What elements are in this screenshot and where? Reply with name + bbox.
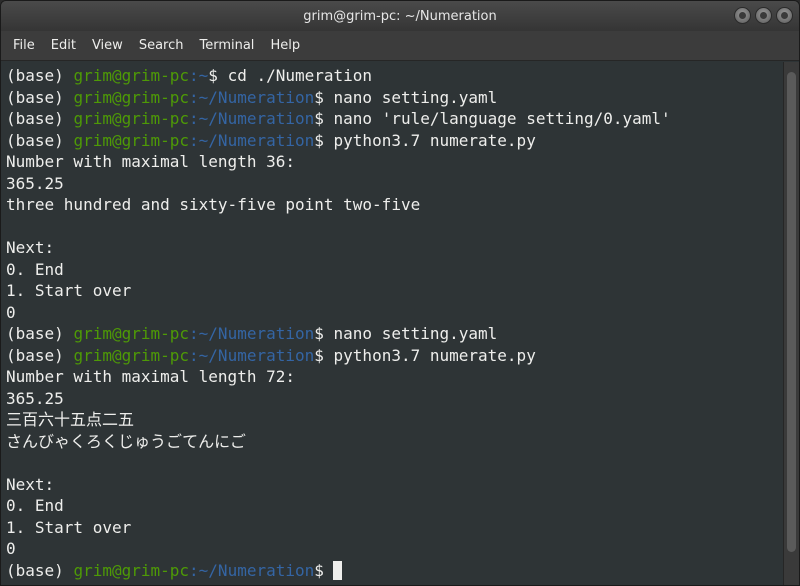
prompt-path: :~/Numeration bbox=[189, 324, 315, 343]
menu-terminal[interactable]: Terminal bbox=[191, 34, 262, 57]
prompt-user: grim@grim-pc bbox=[73, 109, 190, 128]
prompt-path: :~/Numeration bbox=[189, 109, 315, 128]
output-line: 1. Start over bbox=[6, 281, 132, 300]
output-line: 365.25 bbox=[6, 173, 64, 193]
prompt-user: grim@grim-pc bbox=[73, 130, 190, 150]
output-line: 0. End bbox=[6, 496, 64, 515]
prompt-env: (base) bbox=[6, 87, 74, 107]
output-line: Next: bbox=[6, 474, 55, 494]
close-button[interactable] bbox=[776, 7, 793, 24]
prompt-line: (base) grim@grim-pc:~/Numeration$ nano '… bbox=[6, 108, 785, 130]
prompt-cmd: $ nano setting.yaml bbox=[314, 87, 498, 107]
prompt-env: (base) bbox=[6, 130, 74, 150]
scrollbar-thumb[interactable] bbox=[787, 72, 796, 552]
prompt-cmd: $ nano setting.yaml bbox=[314, 324, 498, 343]
window-title: grim@grim-pc: ~/Numeration bbox=[303, 8, 497, 24]
output-line: さんびゃくろくじゅうごてんにご bbox=[6, 431, 246, 451]
title-bar[interactable]: grim@grim-pc: ~/Numeration bbox=[1, 1, 799, 31]
prompt-cmd: $ cd ./Numeration bbox=[208, 66, 373, 85]
prompt-path: :~/Numeration bbox=[189, 345, 315, 365]
prompt-env: (base) bbox=[6, 66, 74, 85]
terminal-output[interactable]: (base) grim@grim-pc:~$ cd ./Numeration (b… bbox=[1, 62, 785, 585]
prompt-line: (base) grim@grim-pc:~/Numeration$ python… bbox=[6, 345, 785, 367]
prompt-cmd: $ nano 'rule/language setting/0.yaml' bbox=[314, 109, 671, 128]
prompt-user: grim@grim-pc bbox=[73, 87, 190, 107]
prompt-path: :~ bbox=[189, 66, 209, 85]
prompt-env: (base) bbox=[6, 560, 74, 580]
scrollbar[interactable] bbox=[783, 62, 799, 585]
menu-bar: File Edit View Search Terminal Help bbox=[1, 31, 799, 61]
prompt-cmd: $ bbox=[314, 560, 324, 580]
minimize-button[interactable] bbox=[734, 7, 751, 24]
menu-help[interactable]: Help bbox=[262, 34, 308, 57]
prompt-user: grim@grim-pc bbox=[73, 324, 190, 343]
prompt-line: (base) grim@grim-pc:~/Numeration$ python… bbox=[6, 130, 785, 152]
output-line: Number with maximal length 72: bbox=[6, 367, 295, 386]
output-line: 0 bbox=[6, 302, 16, 322]
output-line: 365.25 bbox=[6, 388, 64, 408]
window-controls bbox=[734, 7, 793, 24]
prompt-path: :~/Numeration bbox=[189, 130, 315, 150]
output-line: 0. End bbox=[6, 259, 64, 279]
menu-file[interactable]: File bbox=[5, 34, 43, 57]
menu-search[interactable]: Search bbox=[131, 34, 192, 57]
terminal-cursor bbox=[332, 560, 342, 580]
prompt-path: :~/Numeration bbox=[189, 560, 315, 580]
prompt-env: (base) bbox=[6, 109, 74, 128]
prompt-user: grim@grim-pc bbox=[73, 560, 190, 580]
prompt-cmd: $ python3.7 numerate.py bbox=[314, 130, 536, 150]
output-line: 0 bbox=[6, 539, 16, 558]
prompt-env: (base) bbox=[6, 324, 74, 343]
menu-view[interactable]: View bbox=[84, 34, 131, 57]
prompt-user: grim@grim-pc bbox=[73, 345, 190, 365]
output-line: 三百六十五点二五 bbox=[6, 410, 135, 429]
menu-edit[interactable]: Edit bbox=[43, 34, 84, 57]
terminal-window: grim@grim-pc: ~/Numeration File Edit Vie… bbox=[0, 0, 800, 586]
output-line: 1. Start over bbox=[6, 517, 132, 537]
prompt-cmd: $ python3.7 numerate.py bbox=[314, 345, 536, 365]
prompt-line: (base) grim@grim-pc:~$ cd ./Numeration bbox=[6, 65, 785, 87]
prompt-line: (base) grim@grim-pc:~/Numeration$ nano s… bbox=[6, 87, 785, 109]
prompt-line: (base) grim@grim-pc:~/Numeration$ bbox=[6, 560, 785, 582]
prompt-env: (base) bbox=[6, 345, 74, 365]
prompt-line: (base) grim@grim-pc:~/Numeration$ nano s… bbox=[6, 323, 785, 345]
output-line: Next: bbox=[6, 238, 55, 257]
prompt-path: :~/Numeration bbox=[189, 87, 315, 107]
prompt-user: grim@grim-pc bbox=[73, 66, 190, 85]
maximize-button[interactable] bbox=[755, 7, 772, 24]
output-line: three hundred and sixty-five point two-f… bbox=[6, 195, 421, 214]
output-line: Number with maximal length 36: bbox=[6, 152, 295, 171]
